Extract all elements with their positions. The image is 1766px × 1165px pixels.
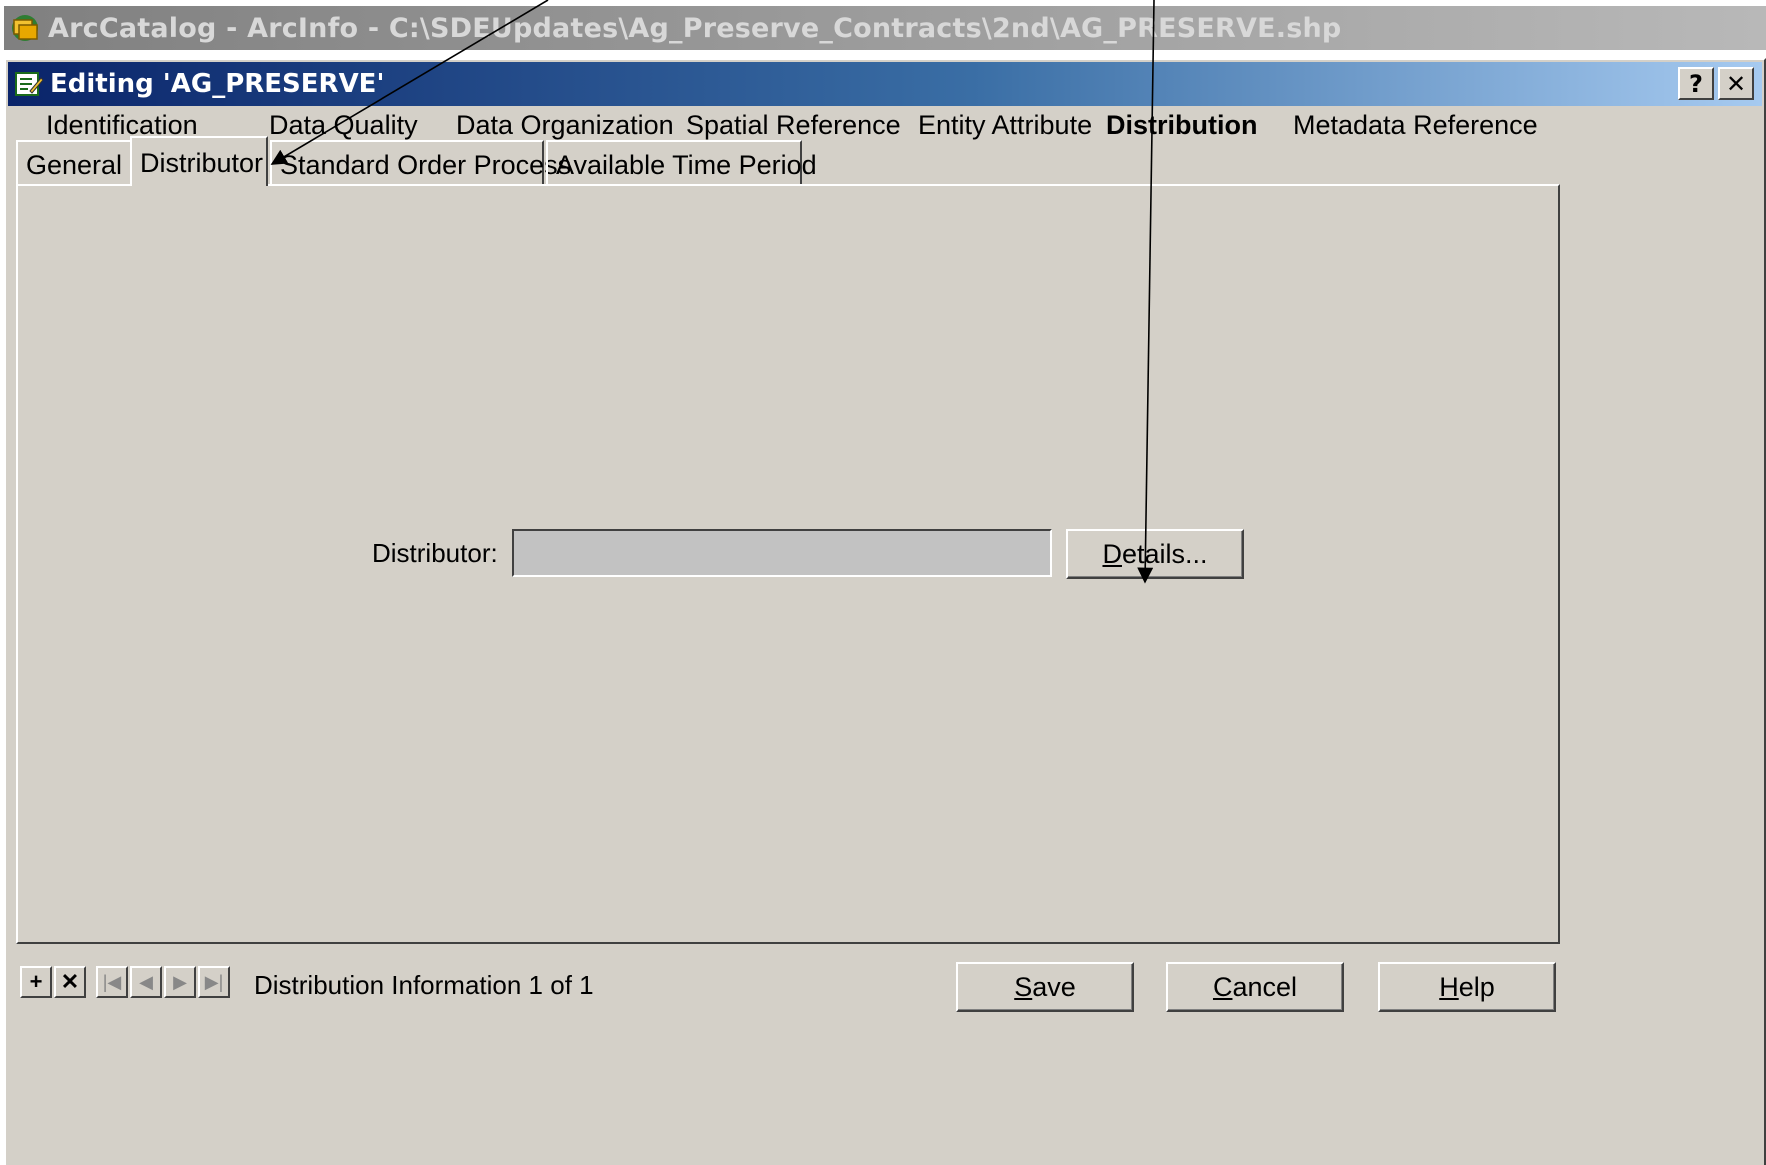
previous-record-button[interactable]: ◀ [130, 966, 162, 998]
save-label: ave [1032, 971, 1076, 1002]
details-accel: D [1102, 538, 1122, 569]
distributor-panel: Distributor: Details... [16, 184, 1560, 944]
cancel-button[interactable]: Cancel [1166, 962, 1344, 1012]
delete-record-button[interactable]: ✕ [54, 966, 86, 998]
next-record-button[interactable]: ▶ [164, 966, 196, 998]
tab-available-time-period[interactable]: Available Time Period [546, 140, 817, 186]
subtab-layer: General Distributor Standard Order Proce… [4, 0, 1766, 1165]
tab-distributor[interactable]: Distributor [130, 136, 268, 186]
cancel-accel: C [1212, 971, 1233, 1002]
distributor-field[interactable] [512, 529, 1052, 577]
tab-general[interactable]: General [16, 140, 134, 186]
save-accel: S [1014, 971, 1033, 1002]
tab-standard-order-process[interactable]: Standard Order Process [270, 140, 571, 186]
last-record-button[interactable]: ▶| [198, 966, 230, 998]
first-record-button[interactable]: |◀ [96, 966, 128, 998]
distributor-label: Distributor: [372, 538, 498, 568]
help-label: elp [1458, 971, 1495, 1002]
save-button[interactable]: Save [956, 962, 1134, 1012]
details-label: etails... [1121, 538, 1208, 569]
help-button[interactable]: Help [1378, 962, 1556, 1012]
details-button[interactable]: Details... [1066, 529, 1244, 579]
record-info: Distribution Information 1 of 1 [254, 970, 594, 1000]
help-accel: H [1439, 971, 1459, 1002]
cancel-label: ancel [1232, 971, 1298, 1002]
add-record-button[interactable]: + [20, 966, 52, 998]
